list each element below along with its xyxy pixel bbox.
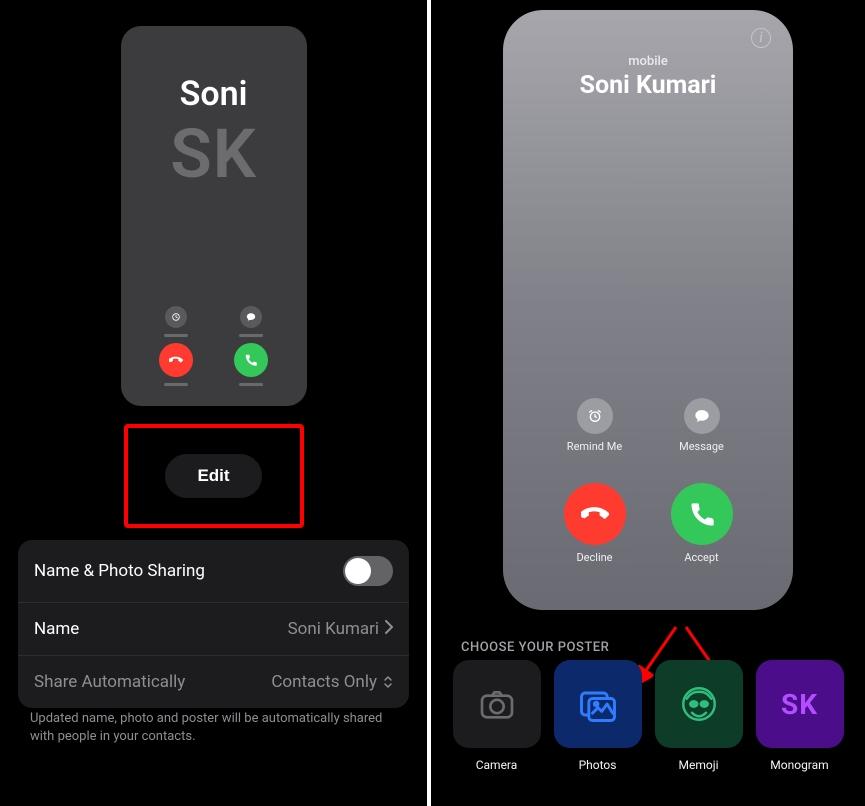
- settings-footnote: Updated name, photo and poster will be a…: [30, 710, 397, 745]
- auto-share-row[interactable]: Share Automatically Contacts Only: [18, 655, 409, 708]
- caller-type: mobile: [628, 54, 668, 69]
- settings-card: Name & Photo Sharing Name Soni Kumari Sh…: [18, 540, 409, 708]
- mini-slider-right: [239, 334, 263, 337]
- decline-button[interactable]: [564, 483, 626, 545]
- message-icon: [240, 306, 262, 328]
- remind-icon: [165, 306, 187, 328]
- remind-me-label: Remind Me: [567, 440, 622, 453]
- mini-slider-left2: [164, 383, 188, 386]
- left-screenshot: Soni SK: [0, 0, 427, 806]
- mini-slider-left: [164, 334, 188, 337]
- option-memoji[interactable]: [655, 660, 743, 748]
- poster-mini-actions: [121, 306, 307, 386]
- caller-name: Soni Kumari: [580, 71, 717, 100]
- choose-poster-label: CHOOSE YOUR POSTER: [461, 640, 609, 655]
- mini-slider-right2: [239, 383, 263, 386]
- decline-label: Decline: [576, 551, 612, 564]
- mini-accept-button: [234, 343, 268, 377]
- option-photos[interactable]: [554, 660, 642, 748]
- auto-share-value: Contacts Only: [271, 672, 377, 692]
- auto-share-label: Share Automatically: [34, 672, 185, 692]
- option-camera[interactable]: [453, 660, 541, 748]
- right-screenshot: i mobile Soni Kumari Remind Me Message D: [431, 0, 865, 806]
- monogram-text: SK: [781, 688, 818, 721]
- option-photos-label: Photos: [579, 758, 617, 772]
- message-label: Message: [679, 440, 724, 453]
- option-camera-label: Camera: [476, 758, 518, 772]
- edit-highlight-annotation: Edit: [124, 424, 304, 528]
- info-icon[interactable]: i: [751, 28, 771, 48]
- accept-button[interactable]: [671, 483, 733, 545]
- name-label: Name: [34, 619, 79, 639]
- mini-decline-button: [159, 343, 193, 377]
- option-monogram[interactable]: SK: [756, 660, 844, 748]
- message-button[interactable]: [684, 398, 720, 434]
- contact-poster-preview: Soni SK: [121, 26, 307, 406]
- incoming-call-preview: i mobile Soni Kumari Remind Me Message D: [503, 10, 793, 610]
- remind-me-button[interactable]: [577, 398, 613, 434]
- name-row[interactable]: Name Soni Kumari: [18, 602, 409, 655]
- option-memoji-label: Memoji: [679, 758, 719, 772]
- chevron-right-icon: [385, 619, 393, 639]
- option-monogram-label: Monogram: [770, 758, 828, 772]
- updown-icon: [383, 674, 393, 690]
- sharing-label: Name & Photo Sharing: [34, 561, 205, 581]
- name-value: Soni Kumari: [288, 619, 379, 639]
- sharing-row[interactable]: Name & Photo Sharing: [18, 540, 409, 602]
- poster-options: Camera Photos Memoji SK Monogram: [451, 660, 845, 772]
- call-actions: Remind Me Message Decline Accept: [503, 398, 793, 564]
- poster-contact-name: Soni: [180, 74, 248, 114]
- accept-label: Accept: [684, 551, 718, 564]
- sharing-toggle[interactable]: [343, 556, 393, 586]
- edit-button[interactable]: Edit: [165, 454, 261, 498]
- poster-initials: SK: [170, 114, 257, 194]
